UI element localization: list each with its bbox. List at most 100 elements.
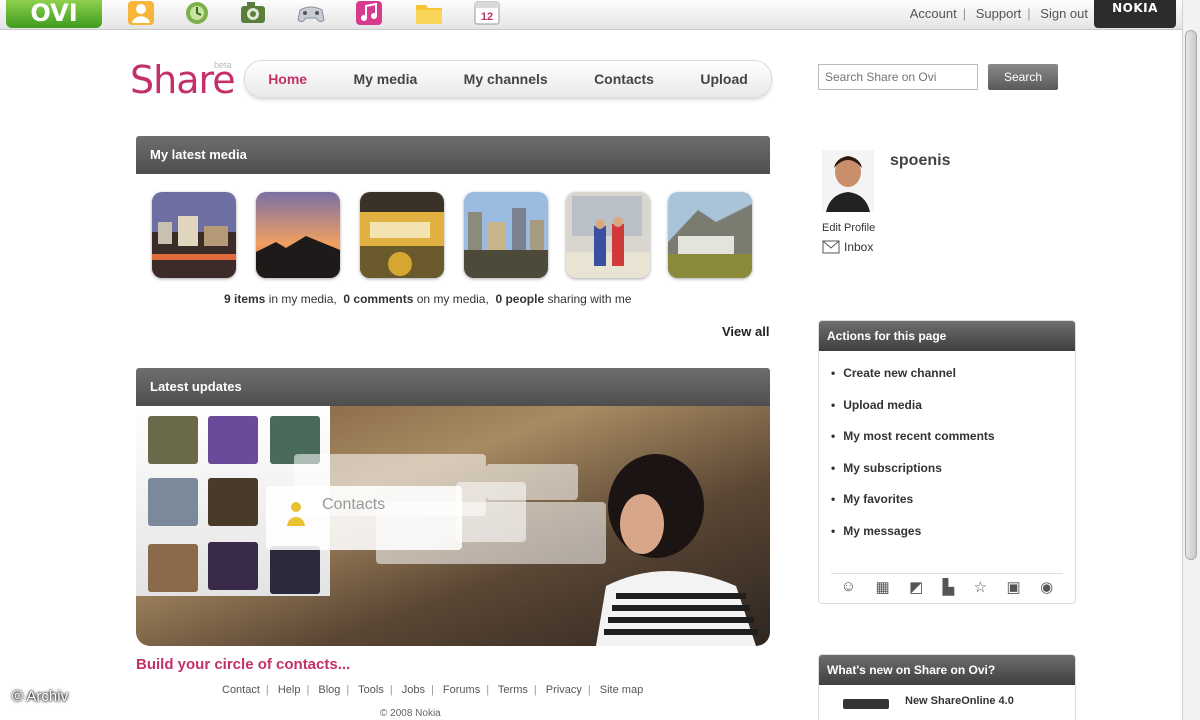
comments-suffix: on my media,: [413, 292, 489, 306]
media-stats: 9 items in my media, 0 comments on my me…: [224, 292, 632, 306]
footer-separator: |: [587, 684, 591, 696]
username[interactable]: spoenis: [890, 152, 950, 170]
footer-separator: |: [306, 684, 310, 696]
contact-thumbnail: [148, 416, 198, 464]
media-thumbnail[interactable]: [152, 192, 236, 278]
clock-app-icon[interactable]: [182, 0, 212, 26]
support-link[interactable]: Support: [976, 6, 1022, 21]
scrollbar-thumb[interactable]: [1185, 30, 1197, 560]
comments-count: 0 comments: [343, 292, 414, 306]
scrollbar[interactable]: [1182, 0, 1200, 720]
media-thumbnail[interactable]: [464, 192, 548, 278]
smiley-icon[interactable]: ☺: [841, 578, 856, 595]
chart-icon[interactable]: ▙: [943, 578, 955, 596]
latest-updates-banner[interactable]: Contacts: [136, 406, 770, 646]
people-count: 0 people: [495, 292, 545, 306]
games-app-icon[interactable]: [296, 0, 326, 26]
whats-new-panel: What's new on Share on Ovi? New ShareOnl…: [818, 654, 1076, 720]
main-nav: Home My media My channels Contacts Uploa…: [244, 60, 772, 98]
media-thumbnail[interactable]: [256, 192, 340, 278]
media-thumbnails: [152, 192, 756, 278]
nav-my-media[interactable]: My media: [353, 71, 417, 87]
music-app-icon[interactable]: [354, 0, 384, 26]
ovi-topbar: OVI 12 Account | Support | Sign out NOKIA: [0, 0, 1200, 30]
camera-app-icon[interactable]: [238, 0, 268, 26]
action-favorites[interactable]: My favorites: [831, 489, 1065, 521]
nav-upload[interactable]: Upload: [700, 71, 747, 87]
people-suffix: sharing with me: [544, 292, 632, 306]
archiv-watermark: © Archiv: [12, 688, 69, 705]
latest-media-header: My latest media: [136, 136, 770, 174]
view-all-link[interactable]: View all: [722, 324, 769, 339]
news-thumbnail: [843, 699, 889, 709]
items-suffix: in my media,: [265, 292, 337, 306]
footer-separator: |: [265, 684, 269, 696]
search-input[interactable]: [818, 64, 978, 90]
footer-link-tools[interactable]: Tools: [358, 684, 384, 696]
items-count: 9 items: [224, 292, 266, 306]
inbox-label: Inbox: [844, 240, 874, 254]
footer-links: Contact | Help | Blog | Tools | Jobs | Forums…: [222, 684, 643, 696]
search-button[interactable]: Search: [988, 64, 1058, 90]
contact-thumbnail: [270, 546, 320, 594]
ovi-logo[interactable]: OVI: [6, 0, 102, 28]
inbox-link[interactable]: Inbox: [822, 240, 873, 254]
svg-text:12: 12: [481, 11, 493, 23]
beta-label: beta: [214, 60, 232, 70]
latest-updates-header: Latest updates: [136, 368, 770, 406]
footer-separator: |: [389, 684, 393, 696]
contact-thumbnail: [208, 542, 258, 590]
build-contacts-link[interactable]: Build your circle of contacts...: [136, 656, 350, 673]
facebook-icon[interactable]: ▣: [1007, 578, 1021, 596]
action-upload-media[interactable]: Upload media: [831, 395, 1065, 427]
footer-separator: |: [346, 684, 350, 696]
footer-link-privacy[interactable]: Privacy: [546, 684, 582, 696]
news-item[interactable]: New ShareOnline 4.0: [905, 695, 1014, 707]
delicious-icon[interactable]: ◩: [909, 578, 923, 596]
star-icon[interactable]: ☆: [974, 578, 987, 596]
contact-thumbnail: [208, 478, 258, 526]
grid-icon[interactable]: ▦: [875, 578, 889, 596]
actions-list: Create new channel Upload media My most …: [819, 351, 1075, 552]
actions-panel-title: Actions for this page: [819, 321, 1075, 351]
contact-thumbnail: [148, 544, 198, 592]
account-link[interactable]: Account: [910, 6, 957, 21]
sign-out-link[interactable]: Sign out: [1040, 6, 1088, 21]
rss-icon[interactable]: ◉: [1040, 578, 1053, 596]
actions-panel: Actions for this page Create new channel…: [818, 320, 1076, 604]
footer-link-contact[interactable]: Contact: [222, 684, 260, 696]
footer-separator: |: [486, 684, 490, 696]
footer-separator: |: [431, 684, 434, 696]
contact-thumbnail: [148, 478, 198, 526]
action-create-channel[interactable]: Create new channel: [831, 363, 1065, 395]
contact-person-icon: [287, 502, 305, 526]
footer-link-jobs[interactable]: Jobs: [402, 684, 425, 696]
footer-link-terms[interactable]: Terms: [498, 684, 528, 696]
action-messages[interactable]: My messages: [831, 521, 1065, 553]
footer-link-forums[interactable]: Forums: [443, 684, 480, 696]
footer-separator: |: [533, 684, 537, 696]
action-subscriptions[interactable]: My subscriptions: [831, 458, 1065, 490]
edit-profile-link[interactable]: Edit Profile: [822, 222, 875, 234]
files-app-icon[interactable]: [414, 0, 444, 26]
nav-home[interactable]: Home: [268, 71, 307, 87]
media-thumbnail[interactable]: [668, 192, 752, 278]
footer-link-sitemap[interactable]: Site map: [600, 684, 643, 696]
calendar-app-icon[interactable]: 12: [472, 0, 502, 26]
nokia-logo[interactable]: NOKIA: [1094, 0, 1176, 28]
media-thumbnail[interactable]: [566, 192, 650, 278]
avatar[interactable]: [822, 150, 874, 212]
envelope-icon: [822, 240, 840, 254]
contact-thumbnail: [208, 416, 258, 464]
footer-link-help[interactable]: Help: [278, 684, 301, 696]
media-thumbnail[interactable]: [360, 192, 444, 278]
link-separator: |: [1027, 6, 1031, 21]
contacts-app-icon[interactable]: [126, 0, 156, 26]
contacts-overlay-card: Contacts: [266, 486, 462, 550]
copyright: © 2008 Nokia: [380, 708, 441, 719]
footer-link-blog[interactable]: Blog: [318, 684, 340, 696]
nav-contacts[interactable]: Contacts: [594, 71, 654, 87]
link-separator: |: [962, 6, 967, 21]
nav-my-channels[interactable]: My channels: [464, 71, 548, 87]
action-recent-comments[interactable]: My most recent comments: [831, 426, 1065, 458]
